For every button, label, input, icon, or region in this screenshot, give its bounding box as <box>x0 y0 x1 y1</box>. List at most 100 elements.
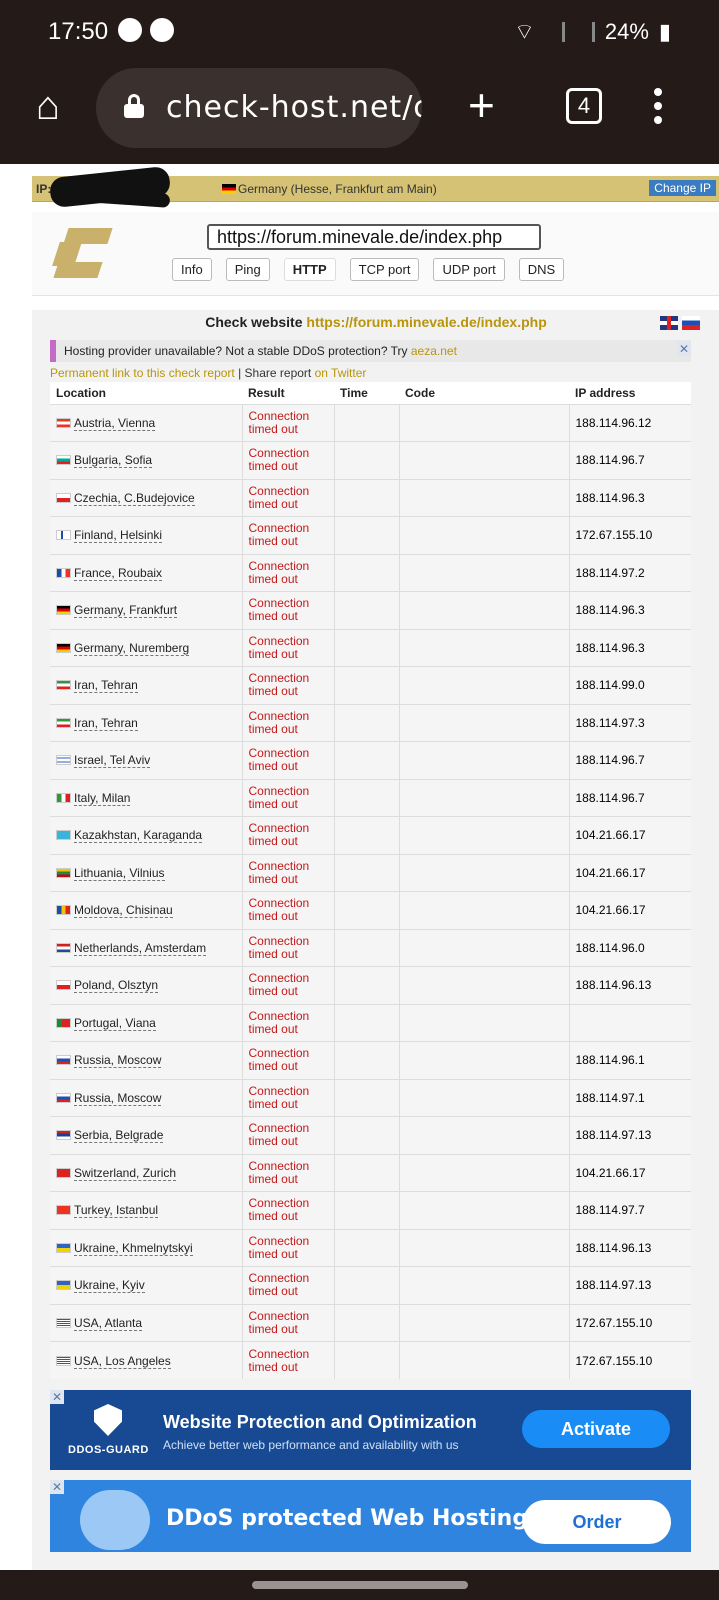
location-name[interactable]: Czechia, C.Budejovice <box>74 490 195 506</box>
location-name[interactable]: USA, Atlanta <box>74 1315 143 1331</box>
location-name[interactable]: Russia, Moscow <box>74 1053 162 1069</box>
location-cell: Switzerland, Zurich <box>50 1153 243 1192</box>
location-name[interactable]: Iran, Tehran <box>74 715 138 731</box>
location-name[interactable]: Moldova, Chisinau <box>74 903 173 919</box>
permanent-link[interactable]: Permanent link to this check report <box>50 366 235 380</box>
address-text[interactable]: check-host.net/ch <box>166 90 422 125</box>
close-icon[interactable]: ✕ <box>677 342 691 356</box>
english-flag-icon[interactable] <box>660 316 678 330</box>
country-flag-icon <box>56 1205 71 1216</box>
tab-ping[interactable]: Ping <box>225 258 270 281</box>
code-cell <box>399 1266 570 1304</box>
code-cell <box>399 966 570 1004</box>
result-line-2: timed out <box>248 609 298 624</box>
location-cell: Kazakhstan, Karaganda <box>50 816 243 854</box>
location-name[interactable]: Austria, Vienna <box>74 415 156 431</box>
time-cell <box>334 628 400 667</box>
ddos-guard-banner[interactable]: ✕ DDOS-GUARD Website Protection and Opti… <box>50 1390 691 1470</box>
location-name[interactable]: Ukraine, Kyiv <box>74 1278 145 1294</box>
result-cell: Connection timed out <box>242 1266 335 1304</box>
code-cell <box>399 741 570 779</box>
location-name[interactable]: Lithuania, Vilnius <box>74 865 165 881</box>
location-name[interactable]: Finland, Helsinki <box>74 528 163 544</box>
location-name[interactable]: Portugal, Viana <box>74 1015 156 1031</box>
location-name[interactable]: Kazakhstan, Karaganda <box>74 828 203 844</box>
table-row: Ukraine, Kyiv Connection timed out 188.114.… <box>50 1266 691 1304</box>
ip-cell: 188.114.99.0 <box>569 666 691 704</box>
location-name[interactable]: Germany, Nuremberg <box>74 640 190 656</box>
location-name[interactable]: Germany, Frankfurt <box>74 603 178 619</box>
app-notification-icon <box>150 18 174 42</box>
ip-cell: 104.21.66.17 <box>569 853 691 892</box>
location-name[interactable]: Italy, Milan <box>74 790 131 806</box>
table-row: Germany, Nuremberg Connection timed out 188… <box>50 628 691 667</box>
location-name[interactable]: Switzerland, Zurich <box>74 1165 177 1181</box>
tab-udp-port[interactable]: UDP port <box>433 258 505 281</box>
country-flag-icon <box>56 1092 71 1103</box>
tab-switcher-button[interactable]: 4 <box>566 88 602 124</box>
lock-icon[interactable] <box>124 94 144 118</box>
location-name[interactable]: France, Roubaix <box>74 565 163 581</box>
new-tab-button[interactable]: + <box>468 82 495 128</box>
result-line-2: timed out <box>248 759 298 774</box>
code-cell <box>399 1041 570 1079</box>
time-cell <box>334 553 400 592</box>
result-line-1: Connection <box>248 521 310 536</box>
ip-cell: 188.114.97.13 <box>569 1116 691 1154</box>
result-cell: Connection timed out <box>242 816 335 854</box>
table-row: Moldova, Chisinau Connection timed out 104.… <box>50 891 691 929</box>
result-line-1: Connection <box>248 821 310 836</box>
location-name[interactable]: Iran, Tehran <box>74 678 138 694</box>
location-name[interactable]: Serbia, Belgrade <box>74 1128 164 1144</box>
time-cell <box>334 403 400 442</box>
ip-cell: 188.114.96.3 <box>569 478 691 517</box>
result-cell: Connection timed out <box>242 741 335 779</box>
check-host-logo-icon[interactable] <box>52 228 113 280</box>
web-page: IP: Germany (Hesse, Frankfurt am Main) C… <box>0 164 719 1570</box>
tab-info[interactable]: Info <box>172 258 212 281</box>
result-cell: Connection timed out <box>242 703 335 742</box>
close-icon[interactable]: ✕ <box>50 1480 64 1494</box>
tab-tcp-port[interactable]: TCP port <box>349 258 420 281</box>
result-line-2: timed out <box>248 721 298 736</box>
order-button[interactable]: Order <box>523 1500 671 1544</box>
location-name[interactable]: Russia, Moscow <box>74 1090 162 1106</box>
overflow-menu-button[interactable] <box>654 88 664 128</box>
russian-flag-icon[interactable] <box>682 316 700 330</box>
home-gesture-handle[interactable] <box>252 1581 468 1589</box>
home-button[interactable]: ⌂ <box>28 86 68 126</box>
result-cell: Connection timed out <box>242 1153 335 1192</box>
location-name[interactable]: Netherlands, Amsterdam <box>74 940 207 956</box>
location-name[interactable]: Bulgaria, Sofia <box>74 453 153 469</box>
table-row: Czechia, C.Budejovice Connection timed out… <box>50 478 691 517</box>
address-bar[interactable]: check-host.net/ch <box>96 68 422 148</box>
result-cell: Connection timed out <box>242 1191 335 1229</box>
check-title-url[interactable]: https://forum.minevale.de/index.php <box>306 314 546 330</box>
location-name[interactable]: Turkey, Istanbul <box>74 1203 159 1219</box>
aeza-link[interactable]: aeza.net <box>411 344 457 358</box>
result-line-1: Connection <box>248 1121 310 1136</box>
check-type-tabs: Info Ping HTTP TCP port UDP port DNS <box>172 258 565 281</box>
ip-cell: 188.114.97.2 <box>569 553 691 592</box>
banner2-title: DDoS protected Web Hosting <box>166 1506 529 1531</box>
location-name[interactable]: Israel, Tel Aviv <box>74 753 151 769</box>
result-line-1: Connection <box>248 1046 310 1061</box>
code-cell <box>399 1191 570 1229</box>
hosting-banner[interactable]: ✕ DDoS protected Web Hosting Order <box>50 1480 691 1552</box>
time-cell <box>334 703 400 742</box>
tab-dns[interactable]: DNS <box>518 258 565 281</box>
url-input[interactable] <box>207 224 541 250</box>
twitter-link[interactable]: on Twitter <box>315 366 367 380</box>
location-cell: Finland, Helsinki <box>50 516 243 554</box>
result-line-2: timed out <box>248 909 298 924</box>
close-icon[interactable]: ✕ <box>50 1390 64 1404</box>
result-line-1: Connection <box>248 446 310 461</box>
activate-button[interactable]: Activate <box>522 1410 670 1448</box>
location-name[interactable]: Poland, Olsztyn <box>74 978 159 994</box>
tab-http[interactable]: HTTP <box>283 258 336 281</box>
code-cell <box>399 628 570 667</box>
location-name[interactable]: USA, Los Angeles <box>74 1353 171 1369</box>
result-line-1: Connection <box>248 1308 310 1323</box>
location-name[interactable]: Ukraine, Khmelnytskyi <box>74 1240 193 1256</box>
change-ip-button[interactable]: Change IP <box>649 180 716 196</box>
